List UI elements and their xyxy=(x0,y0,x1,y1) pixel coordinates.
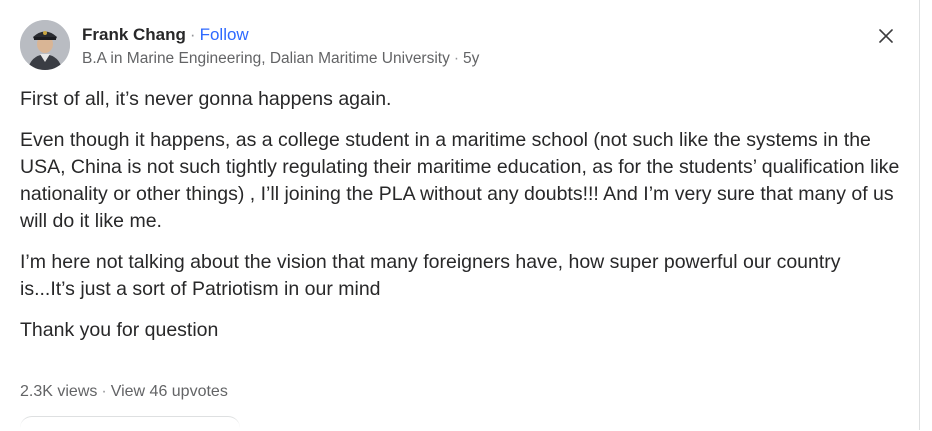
close-icon xyxy=(879,29,893,43)
separator: · xyxy=(101,383,107,400)
answer-age[interactable]: 5y xyxy=(463,50,479,67)
answer-card: Frank Chang · Follow B.A in Marine Enginee… xyxy=(0,0,920,430)
answer-paragraph: I’m here not talking about the vision th… xyxy=(20,251,841,300)
action-bar-edge xyxy=(20,416,240,431)
follow-link[interactable]: Follow xyxy=(200,25,249,44)
credential-line: B.A in Marine Engineering, Dalian Mariti… xyxy=(82,49,479,69)
answer-body: First of all, it’s never gonna happens a… xyxy=(20,86,900,358)
avatar-portrait-icon xyxy=(20,20,70,70)
view-upvotes-link[interactable]: View 46 upvotes xyxy=(111,383,228,400)
close-button[interactable] xyxy=(872,22,900,50)
answer-paragraph: First of all, it’s never gonna happens a… xyxy=(20,88,392,110)
author-name[interactable]: Frank Chang xyxy=(82,25,186,44)
answer-header: Frank Chang · Follow B.A in Marine Enginee… xyxy=(20,20,900,72)
separator: · xyxy=(453,50,460,67)
view-count: 2.3K views xyxy=(20,383,98,400)
answer-paragraph: Thank you for question xyxy=(20,319,219,341)
answer-stats: 2.3K views · View 46 upvotes xyxy=(20,382,228,402)
separator: · xyxy=(189,25,196,44)
author-line: Frank Chang · Follow xyxy=(82,24,249,46)
answer-paragraph: Even though it happens, as a college stu… xyxy=(20,129,900,232)
avatar[interactable] xyxy=(20,20,70,70)
author-credential: B.A in Marine Engineering, Dalian Mariti… xyxy=(82,50,450,67)
